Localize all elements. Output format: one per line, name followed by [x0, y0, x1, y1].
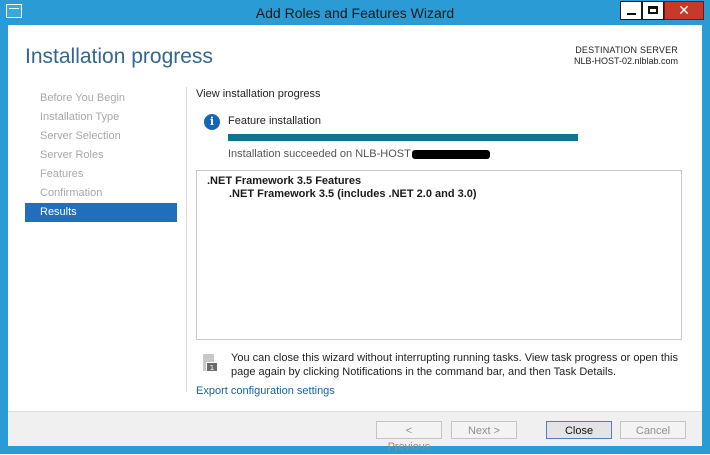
previous-button[interactable]: < Previous — [376, 421, 442, 453]
nav-item-confirmation: Confirmation — [40, 187, 103, 199]
minimize-button[interactable] — [620, 1, 642, 20]
maximize-icon — [648, 6, 658, 14]
window-close-button[interactable]: ✕ — [664, 1, 704, 20]
notification-count: 1 — [210, 364, 214, 372]
wizard-client-area: Installation progress DESTINATION SERVER… — [8, 25, 702, 453]
feature-child-item: .NET Framework 3.5 (includes .NET 2.0 an… — [229, 188, 477, 200]
feature-installation-label: Feature installation — [228, 115, 321, 127]
section-title: View installation progress — [196, 88, 321, 100]
window-title: Add Roles and Features Wizard — [255, 5, 455, 21]
nav-divider — [186, 87, 187, 392]
title-bar[interactable]: Add Roles and Features Wizard ✕ — [0, 0, 710, 25]
nav-item-features: Features — [40, 168, 84, 180]
destination-server-label: DESTINATION SERVER — [575, 45, 678, 55]
installation-results-list[interactable]: .NET Framework 3.5 Features .NET Framewo… — [196, 170, 682, 340]
wizard-window: Add Roles and Features Wizard ✕ Installa… — [0, 0, 710, 454]
cancel-button[interactable]: Cancel — [620, 421, 686, 439]
close-wizard-note: You can close this wizard without interr… — [231, 352, 678, 378]
nav-item-server-roles: Server Roles — [40, 149, 104, 161]
next-button[interactable]: Next > — [451, 421, 517, 439]
feature-parent-item: .NET Framework 3.5 Features — [207, 175, 362, 187]
minimize-icon — [627, 13, 636, 15]
wizard-nav: Before You Begin Installation Type Serve… — [25, 89, 177, 222]
maximize-button[interactable] — [642, 1, 664, 20]
nav-item-installation-type: Installation Type — [40, 111, 120, 123]
close-icon: ✕ — [678, 2, 690, 18]
installation-status: Installation succeeded on NLB-HOST — [228, 148, 490, 160]
destination-server-name: NLB-HOST-02.nlblab.com — [573, 56, 678, 66]
nav-item-before-you-begin: Before You Begin — [40, 92, 126, 104]
page-title: Installation progress — [25, 45, 213, 68]
nav-item-results[interactable]: Results — [25, 203, 177, 222]
redacted-hostname — [411, 149, 490, 159]
progress-fill — [228, 134, 578, 141]
close-button[interactable]: Close — [546, 421, 612, 439]
info-icon: i — [204, 114, 220, 130]
installation-progress-bar — [228, 134, 578, 141]
nav-item-server-selection: Server Selection — [40, 130, 121, 142]
export-configuration-link[interactable]: Export configuration settings — [196, 385, 335, 397]
wizard-footer: < Previous Next > Close Cancel — [8, 411, 702, 453]
notification-flag-icon: 1 — [203, 354, 217, 372]
installation-status-text: Installation succeeded on NLB-HOST — [228, 148, 411, 160]
